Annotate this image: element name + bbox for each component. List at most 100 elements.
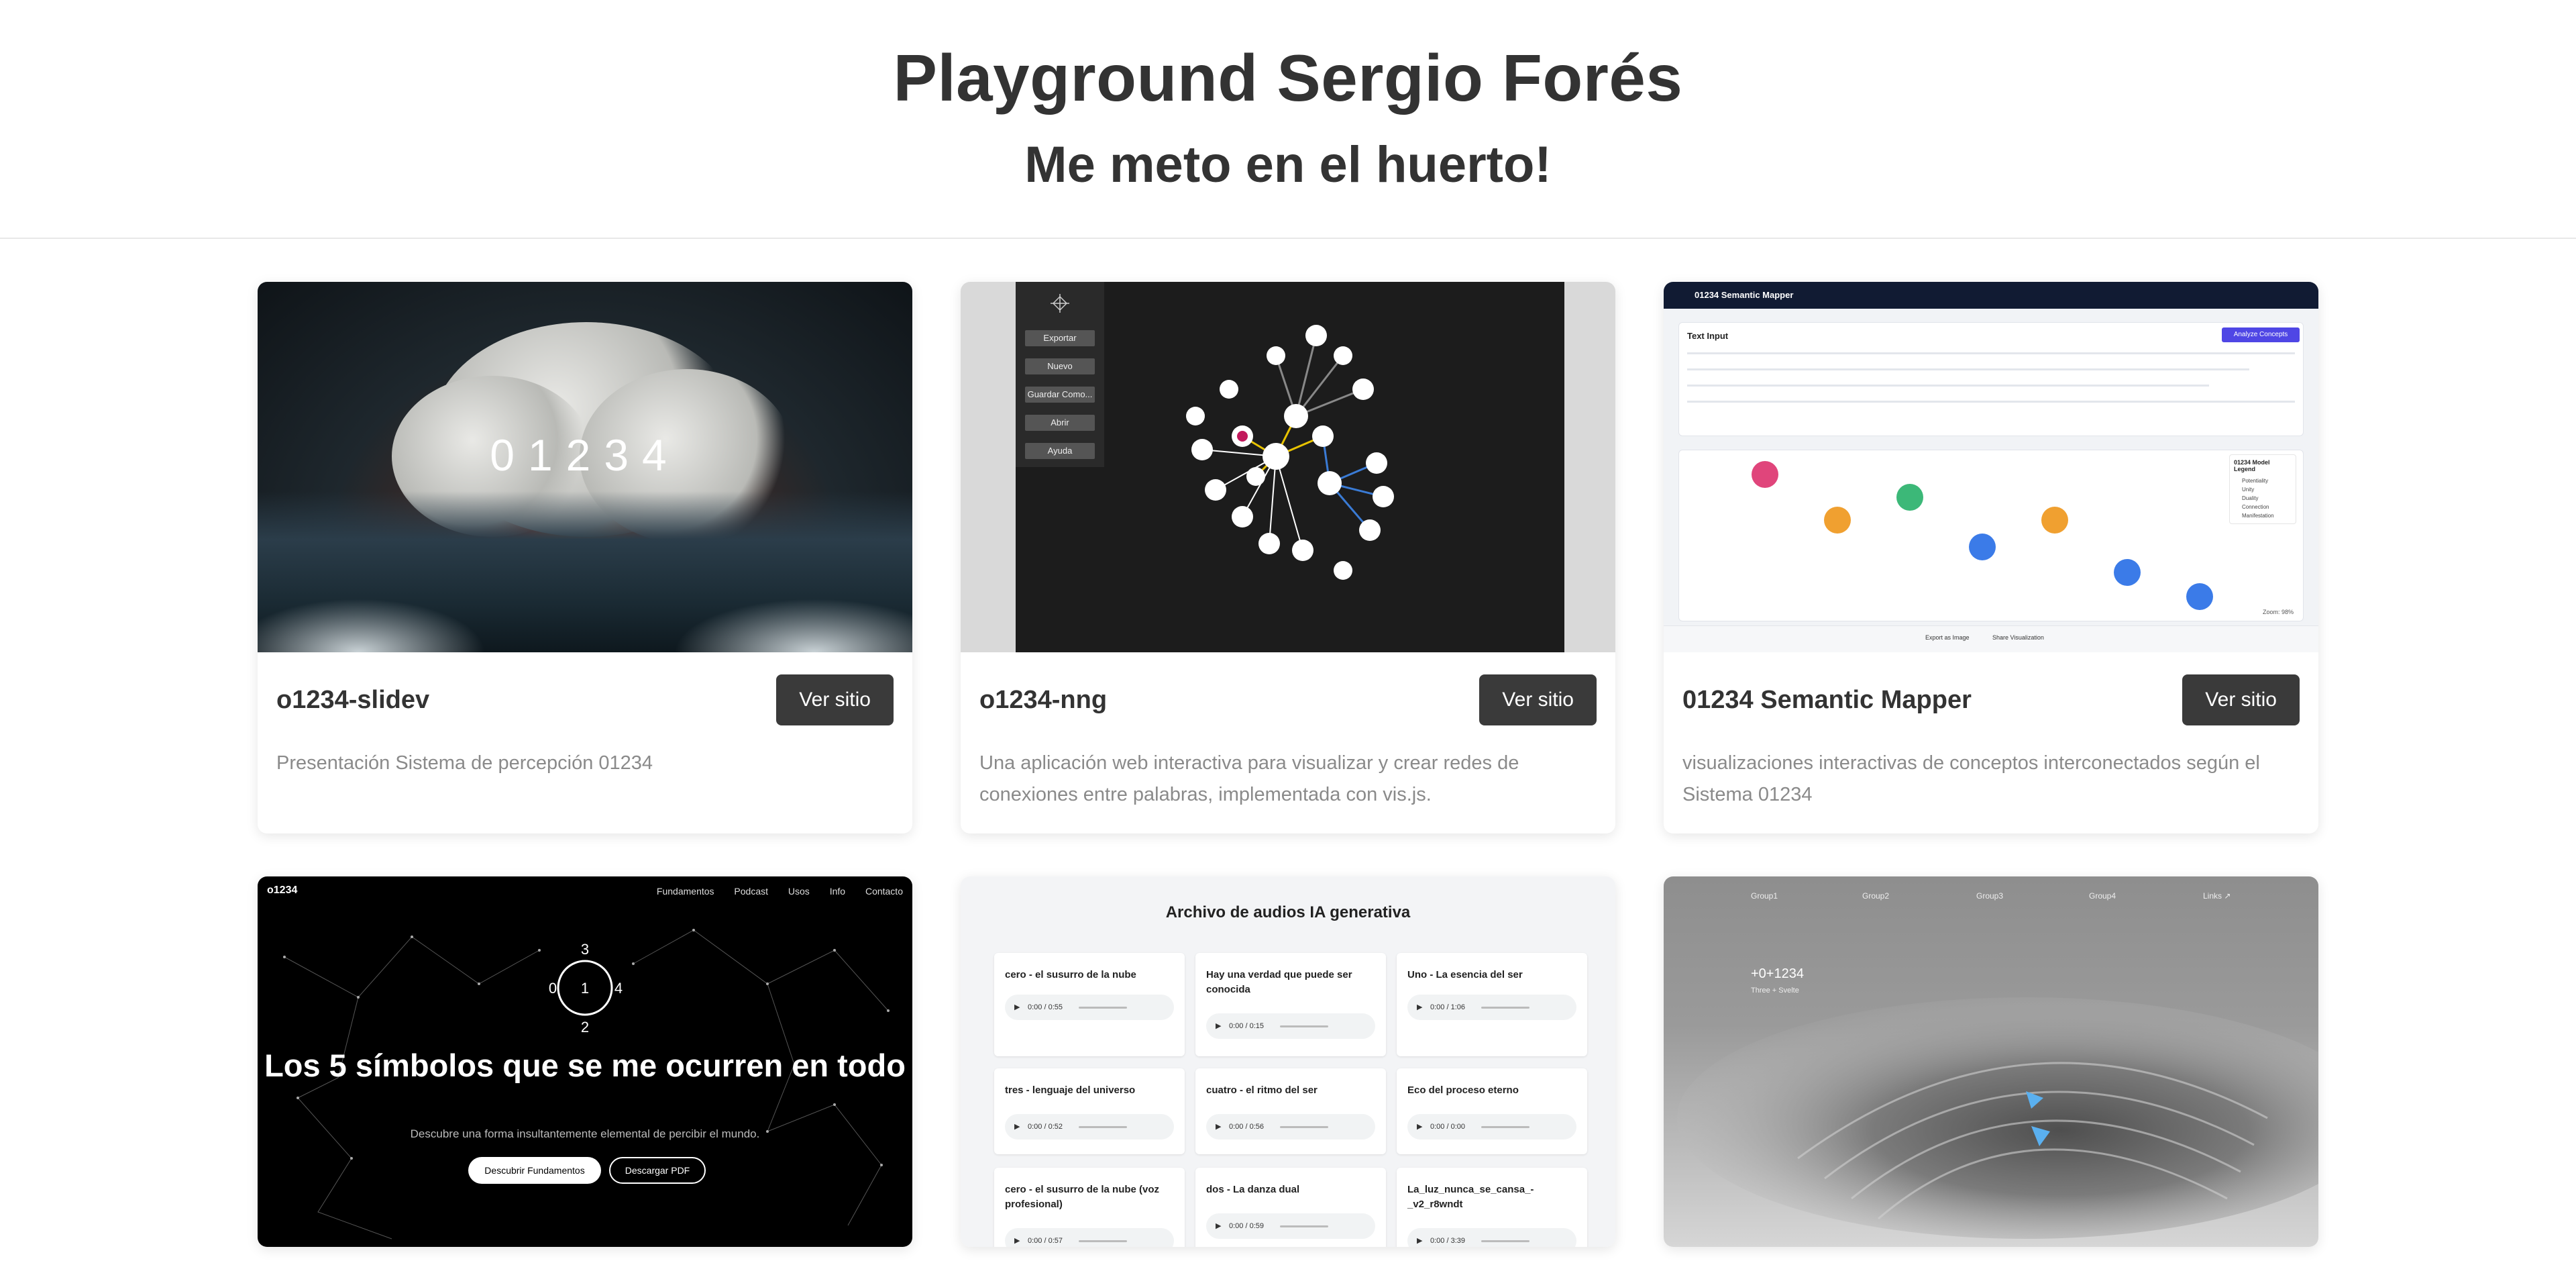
audio-title: Hay una verdad que puede ser conocida	[1206, 969, 1352, 995]
compass-icon	[1051, 294, 1069, 313]
svg-text:0: 0	[549, 980, 557, 997]
zoom-readout: Zoom: 98%	[2262, 609, 2294, 615]
card-thumbnail[interactable]: 01234 Semantic Mapper Text Input Analyze…	[1664, 282, 2318, 652]
terrain-render	[1677, 997, 2318, 1239]
card-title: o1234-nng	[979, 685, 1108, 714]
audio-title: cuatro - el ritmo del ser	[1206, 1084, 1318, 1096]
menu-open-button[interactable]: Abrir	[1025, 415, 1095, 431]
card-thumbnail[interactable]: o1234 Fundamentos Podcast Usos Info Cont…	[258, 876, 912, 1247]
menu-help-button[interactable]: Ayuda	[1025, 443, 1095, 459]
app-titlebar: 01234 Semantic Mapper	[1664, 282, 2318, 309]
legend-item: Duality	[2242, 495, 2259, 501]
visit-button[interactable]: Ver sitio	[2182, 674, 2300, 725]
visit-button[interactable]: Ver sitio	[1479, 674, 1597, 725]
card-body: o1234-slidev Ver sitio Presentación Sist…	[258, 652, 912, 802]
nav-link-usos[interactable]: Usos	[788, 886, 810, 897]
audio-player[interactable]: 0:00 / 0:59	[1206, 1213, 1375, 1239]
card-description: Una aplicación web interactiva para visu…	[979, 752, 1519, 805]
archive-title: Archivo de audios IA generativa	[1165, 903, 1411, 921]
menu-export-button[interactable]: Exportar	[1025, 330, 1095, 346]
card-header: 01234 Semantic Mapper Ver sitio	[1682, 652, 2300, 748]
hero-heading: Los 5 símbolos que se me ocurren en todo	[264, 1048, 906, 1083]
model-legend: 01234 Model Legend Potentiality Unity Du…	[2229, 454, 2296, 524]
audio-card: Eco del proceso eterno 0:00 / 0:00	[1397, 1068, 1587, 1154]
word-network-graph	[1186, 325, 1394, 580]
page-header: Playground Sergio Forés Me meto en el hu…	[0, 0, 2576, 239]
nav-link-info[interactable]: Info	[830, 886, 845, 897]
audio-card: dos - La danza dual 0:00 / 0:59	[1195, 1168, 1386, 1247]
site-nav: Fundamentos Podcast Usos Info Contacto	[639, 886, 903, 897]
audio-card: La_luz_nunca_se_cansa_-_v2_r8wndt 0:00 /…	[1397, 1168, 1587, 1247]
footer-bar: Export as Image Share Visualization	[1664, 625, 2318, 652]
text-line	[1687, 401, 2295, 403]
page-subtitle: Me meto en el huerto!	[1024, 136, 1552, 193]
text-line	[1687, 385, 2209, 387]
audio-player[interactable]: 0:00 / 0:15	[1206, 1013, 1375, 1039]
concept-graph	[1752, 461, 2213, 610]
text-input-box: Text Input	[1678, 322, 2304, 436]
audio-player[interactable]: 0:00 / 0:56	[1206, 1114, 1375, 1140]
group-link[interactable]: Group4	[2089, 891, 2116, 901]
foam-shape	[258, 599, 486, 652]
audio-title: dos - La danza dual	[1206, 1184, 1300, 1195]
share-visualization-button[interactable]: Share Visualization	[1992, 634, 2044, 641]
card-body: 01234 Semantic Mapper Ver sitio visualiz…	[1664, 652, 2318, 833]
nav-link-podcast[interactable]: Podcast	[734, 886, 768, 897]
download-pdf-button[interactable]: Descargar PDF	[609, 1157, 706, 1184]
card-thumbnail[interactable]: Archivo de audios IA generativa cero - e…	[961, 876, 1615, 1247]
legend-item: Manifestation	[2242, 513, 2274, 519]
card-thumbnail[interactable]: 01234	[258, 282, 912, 652]
menu-save-as-button[interactable]: Guardar Como...	[1025, 387, 1095, 403]
audio-card: cero - el susurro de la nube 0:00 / 0:55	[994, 953, 1185, 1056]
card-thumbnail[interactable]: Exportar Nuevo Guardar Como... Abrir Ayu…	[961, 282, 1615, 652]
svg-text:3: 3	[581, 941, 589, 958]
scene-subtitle: Three + Svelte	[1751, 987, 1799, 995]
audio-card: tres - lenguaje del universo 0:00 / 0:52	[994, 1068, 1185, 1154]
menu-new-button[interactable]: Nuevo	[1025, 358, 1095, 374]
card-thumbnail[interactable]: Group1 Group2 Group3 Group4 Links ↗ +0+1…	[1664, 876, 2318, 1247]
card-description: Presentación Sistema de percepción 01234	[276, 752, 653, 774]
text-line	[1687, 368, 2249, 370]
text-line	[1687, 352, 2295, 354]
export-image-button[interactable]: Export as Image	[1925, 634, 1970, 641]
legend-title: 01234 Model Legend	[2234, 459, 2270, 472]
audio-title: La_luz_nunca_se_cansa_-_v2_r8wndt	[1407, 1184, 1534, 1210]
card-header: o1234-nng Ver sitio	[979, 652, 1597, 748]
hero-subtitle: Descubre una forma insultantemente eleme…	[410, 1127, 760, 1140]
project-card-nng: Exportar Nuevo Guardar Como... Abrir Ayu…	[961, 282, 1615, 833]
project-card-semantic-mapper: 01234 Semantic Mapper Text Input Analyze…	[1664, 282, 2318, 833]
audio-player[interactable]: 0:00 / 3:39	[1407, 1228, 1576, 1247]
card-title: o1234-slidev	[276, 685, 430, 714]
project-grid: 01234 o1234-slidev Ver sitio Presentació…	[258, 282, 2318, 1247]
project-card-audio-archive: Archivo de audios IA generativa cero - e…	[961, 876, 1615, 1247]
audio-player[interactable]: 0:00 / 0:55	[1005, 995, 1174, 1020]
discover-fundamentals-button[interactable]: Descubrir Fundamentos	[468, 1157, 601, 1184]
site-logo[interactable]: o1234	[267, 885, 297, 897]
group-link[interactable]: Group1	[1751, 891, 1778, 901]
group-link[interactable]: Group2	[1862, 891, 1889, 901]
nav-link-fundamentos[interactable]: Fundamentos	[657, 886, 714, 897]
nav-link-contacto[interactable]: Contacto	[865, 886, 903, 897]
audio-card: cuatro - el ritmo del ser 0:00 / 0:56	[1195, 1068, 1386, 1154]
audio-player[interactable]: 0:00 / 1:06	[1407, 995, 1576, 1020]
text-input-label: Text Input	[1687, 331, 1729, 341]
audio-title: cero - el susurro de la nube	[1005, 969, 1136, 980]
card-body: o1234-nng Ver sitio Una aplicación web i…	[961, 652, 1615, 833]
legend-item: Potentiality	[2242, 478, 2269, 484]
audio-title: Eco del proceso eterno	[1407, 1084, 1519, 1096]
group-link[interactable]: Group3	[1976, 891, 2003, 901]
audio-player[interactable]: 0:00 / 0:00	[1407, 1114, 1576, 1140]
card-header: o1234-slidev Ver sitio	[276, 652, 894, 748]
analyze-button[interactable]: Analyze Concepts	[2222, 327, 2300, 342]
card-title: 01234 Semantic Mapper	[1682, 685, 1972, 714]
audio-player[interactable]: 0:00 / 0:57	[1005, 1228, 1174, 1247]
audio-title: cero - el susurro de la nube (voz profes…	[1005, 1184, 1160, 1210]
audio-title: tres - lenguaje del universo	[1005, 1084, 1136, 1096]
audio-player[interactable]: 0:00 / 0:52	[1005, 1114, 1174, 1140]
thumbnail-label: 01234	[490, 430, 680, 480]
visit-button[interactable]: Ver sitio	[776, 674, 894, 725]
audio-title: Uno - La esencia del ser	[1407, 969, 1523, 980]
links-link[interactable]: Links ↗	[2203, 891, 2231, 901]
project-card-3d: Group1 Group2 Group3 Group4 Links ↗ +0+1…	[1664, 876, 2318, 1247]
svg-text:4: 4	[614, 980, 623, 997]
